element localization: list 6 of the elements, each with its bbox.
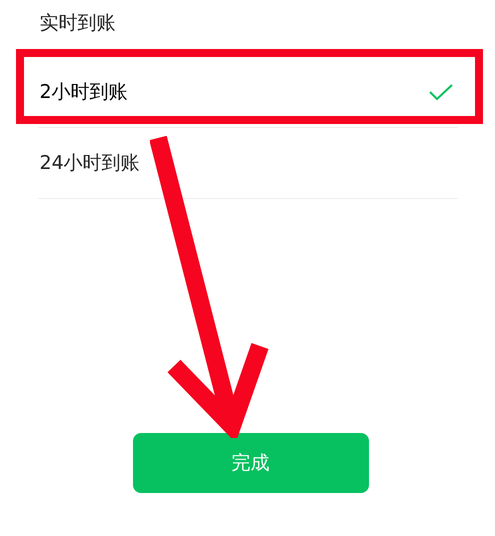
option-label: 实时到账: [38, 11, 116, 36]
option-row[interactable]: 2小时到账: [38, 57, 458, 128]
option-row[interactable]: 实时到账: [38, 0, 458, 57]
option-label: 24小时到账: [38, 151, 140, 176]
option-row[interactable]: 24小时到账: [38, 128, 458, 199]
option-label: 2小时到账: [38, 80, 128, 105]
